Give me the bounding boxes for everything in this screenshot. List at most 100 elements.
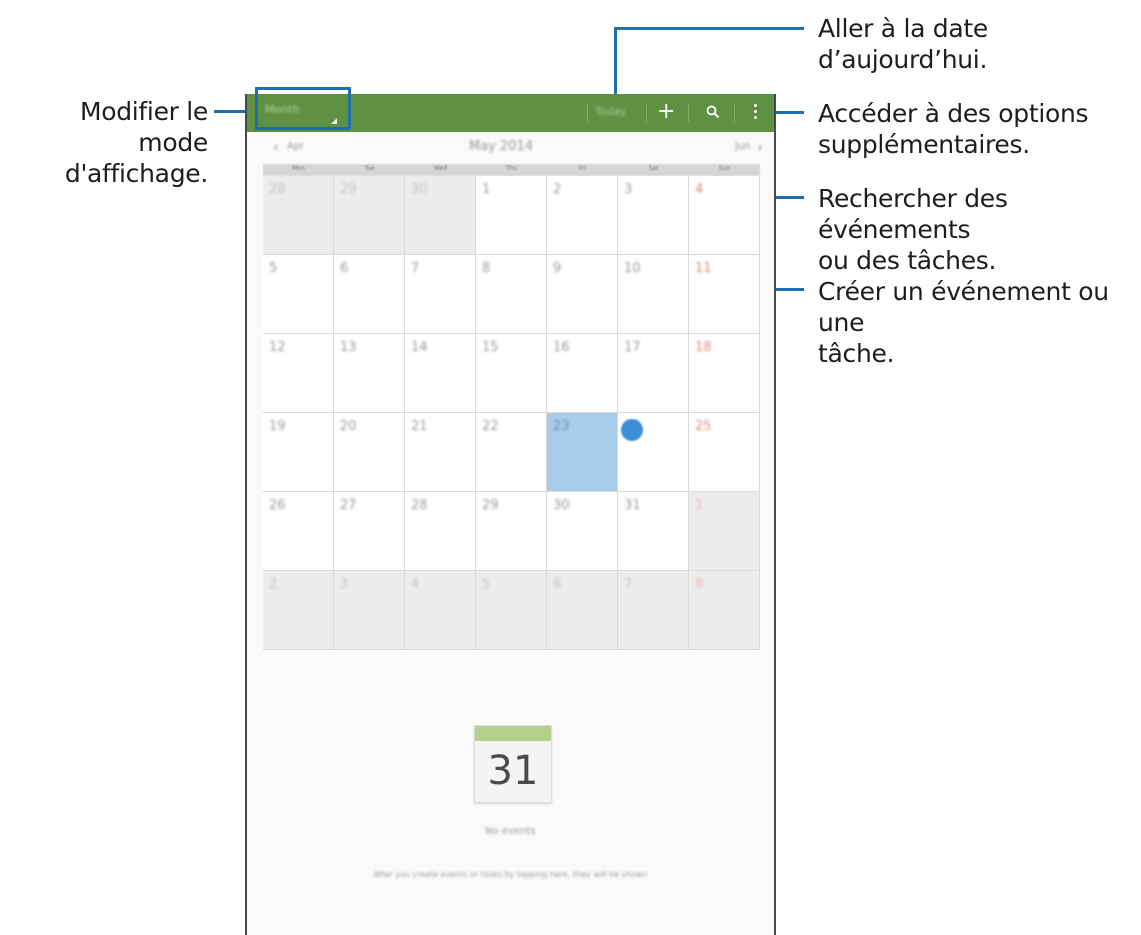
calendar-day-cell[interactable]: 3	[618, 176, 689, 255]
callout-more-options: Accéder à des options supplémentaires.	[818, 98, 1089, 160]
calendar-day-cell[interactable]: 14	[405, 334, 476, 413]
next-month-label[interactable]: Jun	[735, 141, 751, 152]
calendar-day-number: 12	[269, 340, 286, 355]
calendar-day-cell[interactable]: 13	[334, 334, 405, 413]
calendar-icon-day: 31	[487, 748, 539, 794]
month-title: May 2014	[469, 139, 534, 154]
calendar-day-cell[interactable]: 2	[547, 176, 618, 255]
calendar-day-number: 11	[695, 261, 712, 276]
calendar-day-cell[interactable]: 23	[547, 413, 618, 492]
calendar-day-cell[interactable]: 21	[405, 413, 476, 492]
calendar-day-cell[interactable]: 12	[263, 334, 334, 413]
callout-search: Rechercher des événements ou des tâches.	[818, 183, 1141, 276]
calendar-day-cell[interactable]: 1	[476, 176, 547, 255]
event-indicator-dot	[621, 419, 643, 441]
today-button[interactable]: Today	[595, 105, 627, 118]
calendar-day-cell[interactable]: 22	[476, 413, 547, 492]
calendar-day-cell[interactable]: 7	[618, 571, 689, 650]
calendar-day-cell[interactable]: 8	[476, 255, 547, 334]
calendar-day-cell[interactable]: 16	[547, 334, 618, 413]
calendar-day-cell[interactable]: 31	[618, 492, 689, 571]
calendar-day-number: 8	[695, 577, 704, 592]
calendar-day-cell[interactable]: 30	[405, 176, 476, 255]
empty-state-hint[interactable]: After you create events or tasks by tapp…	[247, 870, 774, 879]
calendar-day-cell[interactable]: 6	[547, 571, 618, 650]
calendar-day-cell[interactable]: 20	[334, 413, 405, 492]
calendar-day-number: 2	[269, 577, 278, 592]
calendar-day-cell[interactable]: 3	[334, 571, 405, 650]
weekday-label: Sun	[718, 165, 731, 172]
calendar-day-number: 1	[695, 498, 704, 513]
divider	[587, 104, 588, 122]
leader-today-v	[614, 27, 617, 103]
calendar-icon-header	[475, 726, 551, 741]
calendar-day-number: 22	[482, 419, 499, 434]
calendar-day-number: 26	[269, 498, 286, 513]
no-events-label: No events	[485, 826, 536, 837]
calendar-day-cell[interactable]: 27	[334, 492, 405, 571]
callout-today-text: Aller à la date d’aujourd’hui.	[818, 14, 988, 74]
calendar-day-cell[interactable]: 28	[405, 492, 476, 571]
calendar-day-cell[interactable]: 25	[689, 413, 760, 492]
calendar-day-cell[interactable]: 2	[263, 571, 334, 650]
calendar-day-number: 5	[482, 577, 491, 592]
leader-today-h	[614, 27, 804, 30]
view-mode-highlight	[255, 87, 351, 130]
calendar-day-cell[interactable]: 5	[263, 255, 334, 334]
calendar-day-cell[interactable]: 8	[689, 571, 760, 650]
calendar-day-number: 29	[482, 498, 499, 513]
calendar-day-number: 15	[482, 340, 499, 355]
calendar-day-number: 20	[340, 419, 357, 434]
callout-view-mode-line1: Modifier le mode	[79, 97, 208, 157]
callout-more-line1: Accéder à des options	[818, 99, 1089, 128]
callout-search-line1: Rechercher des événements	[818, 184, 1008, 244]
calendar-day-cell[interactable]: 26	[263, 492, 334, 571]
calendar-day-cell[interactable]: 10	[618, 255, 689, 334]
divider	[734, 104, 735, 122]
calendar-day-cell[interactable]: 4	[405, 571, 476, 650]
calendar-day-cell[interactable]: 30	[547, 492, 618, 571]
calendar-day-number: 13	[340, 340, 357, 355]
divider	[688, 104, 689, 122]
month-navigation: ‹ Apr May 2014 Jun ›	[247, 134, 774, 160]
calendar-day-cell[interactable]: 9	[547, 255, 618, 334]
calendar-day-number: 23	[553, 419, 570, 434]
weekday-label: Wed	[433, 165, 448, 172]
prev-month-chevron-icon[interactable]: ‹	[273, 138, 279, 156]
plus-icon[interactable]: +	[657, 100, 675, 124]
calendar-day-cell[interactable]: 29	[476, 492, 547, 571]
callout-today: Aller à la date d’aujourd’hui.	[818, 13, 1141, 75]
prev-month-label[interactable]: Apr	[287, 141, 304, 152]
weekday-label: Sat	[648, 165, 659, 172]
callout-search-line2: ou des tâches.	[818, 246, 997, 275]
next-month-chevron-icon[interactable]: ›	[757, 138, 763, 156]
calendar-day-number: 28	[269, 182, 286, 197]
calendar-day-cell[interactable]: 5	[476, 571, 547, 650]
calendar-day-cell[interactable]: 17	[618, 334, 689, 413]
calendar-day-cell[interactable]: 28	[263, 176, 334, 255]
search-icon[interactable]	[706, 105, 720, 119]
calendar-day-cell[interactable]: 4	[689, 176, 760, 255]
weekday-label: Thu	[505, 165, 518, 172]
calendar-day-number: 8	[482, 261, 491, 276]
calendar-day-number: 31	[624, 498, 641, 513]
divider	[646, 104, 647, 122]
calendar-day-number: 18	[695, 340, 712, 355]
calendar-day-number: 17	[624, 340, 641, 355]
calendar-day-cell[interactable]: 18	[689, 334, 760, 413]
calendar-day-cell[interactable]: 11	[689, 255, 760, 334]
callout-create: Créer un événement ou une tâche.	[818, 276, 1141, 369]
calendar-day-cell[interactable]: 19	[263, 413, 334, 492]
calendar-day-cell[interactable]: 15	[476, 334, 547, 413]
calendar-day-cell[interactable]: 6	[334, 255, 405, 334]
calendar-day-number: 7	[624, 577, 633, 592]
calendar-day-number: 28	[411, 498, 428, 513]
calendar-icon: 31	[474, 725, 552, 803]
calendar-day-cell[interactable]: 1	[689, 492, 760, 571]
calendar-day-cell[interactable]: 7	[405, 255, 476, 334]
calendar-day-number: 7	[411, 261, 420, 276]
calendar-day-number: 4	[695, 182, 704, 197]
calendar-day-cell[interactable]: 29	[334, 176, 405, 255]
calendar-day-number: 19	[269, 419, 286, 434]
more-vertical-icon[interactable]	[754, 104, 758, 122]
